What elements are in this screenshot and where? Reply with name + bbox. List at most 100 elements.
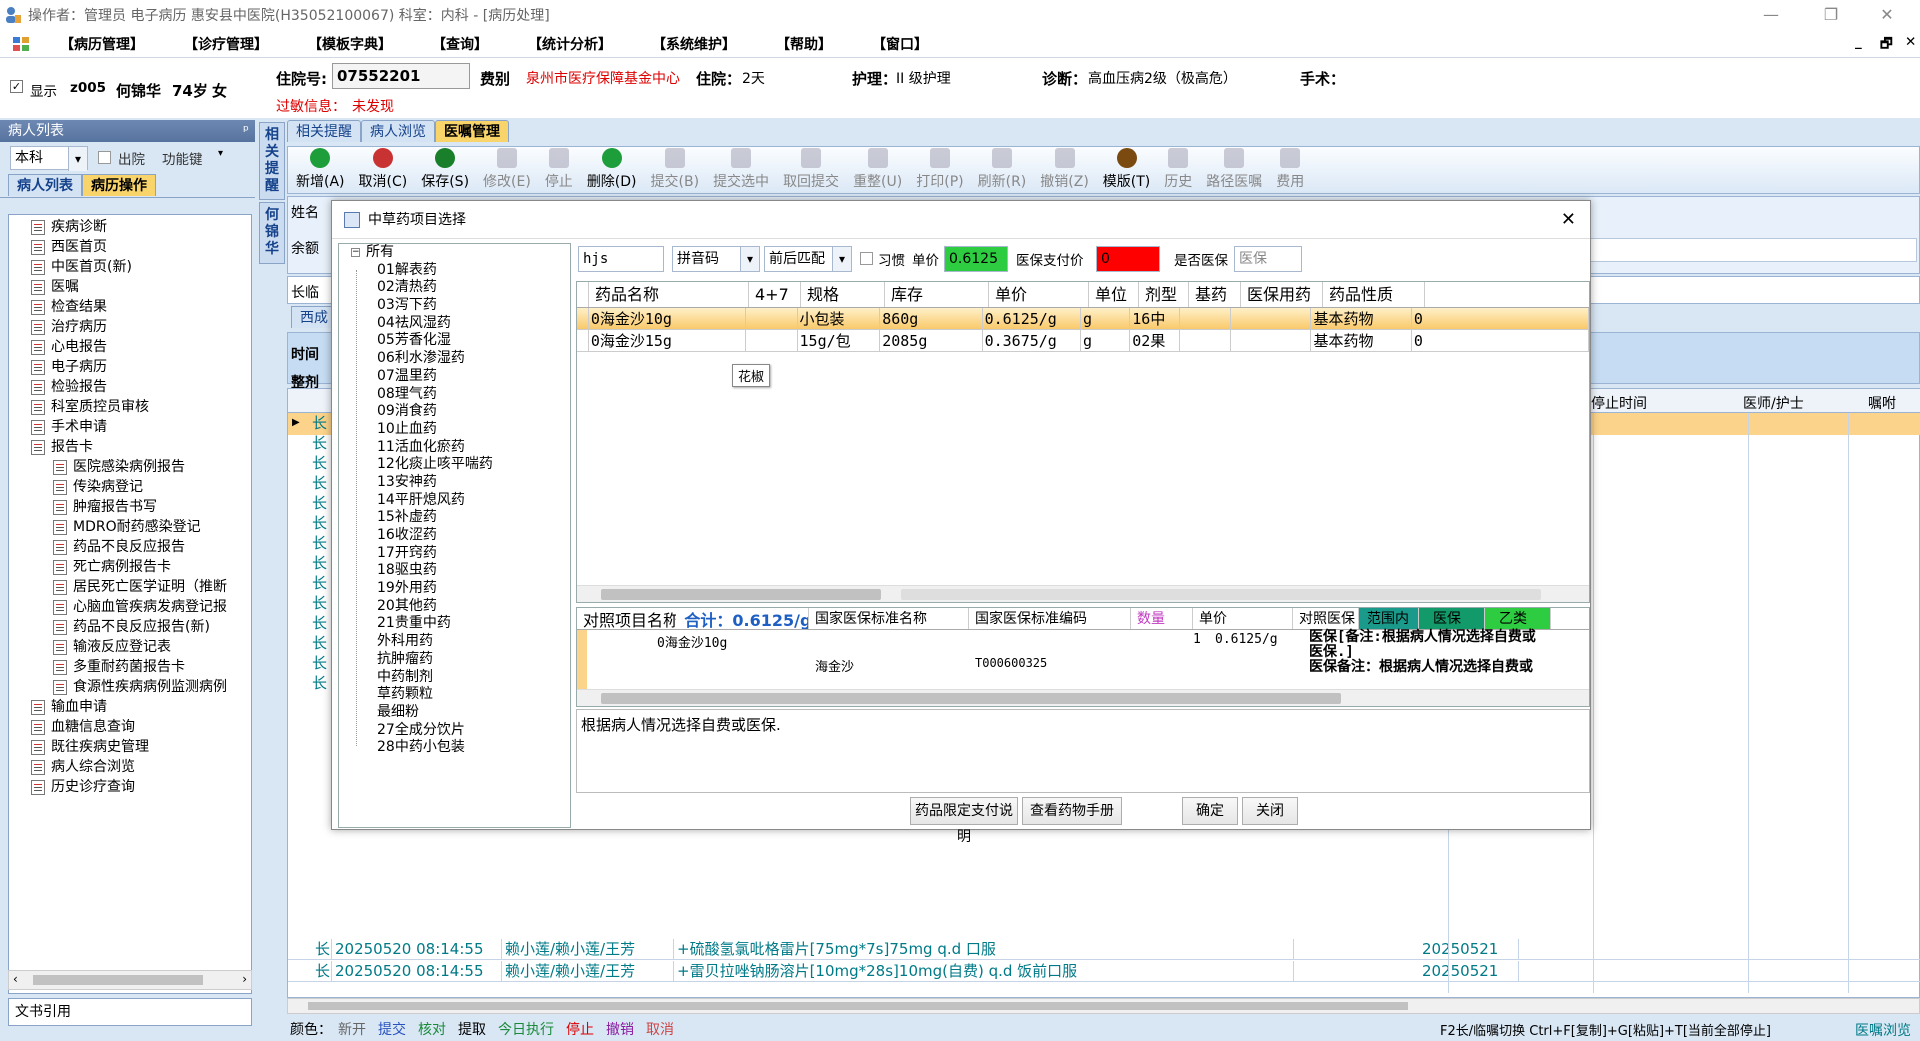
tree-item[interactable]: 心电报告 (9, 337, 251, 357)
tree-item[interactable]: 电子病历 (9, 357, 251, 377)
tree-item[interactable]: 输液反应登记表 (9, 637, 251, 657)
mdi-close-icon[interactable]: ✕ (1905, 34, 1916, 50)
category-item[interactable]: 13安神药 (377, 474, 570, 492)
toolbar-button-undo[interactable]: 取消(C) (359, 148, 407, 193)
code-type-select[interactable]: 拼音码 (672, 246, 760, 272)
tree-item[interactable]: 医嘱 (9, 277, 251, 297)
tree-item[interactable]: 传染病登记 (9, 477, 251, 497)
toolbar-button-add[interactable]: 新增(A) (296, 148, 345, 193)
discharge-checkbox[interactable] (98, 151, 111, 164)
tree-item[interactable]: 输血申请 (9, 697, 251, 717)
form-right-field[interactable] (1547, 238, 1917, 262)
medicine-col-header[interactable]: 医保用药 (1241, 282, 1323, 307)
is-insurance-field[interactable]: 医保 (1234, 246, 1302, 272)
tab-patient-list[interactable]: 病人列表 (8, 174, 82, 196)
medicine-col-header[interactable]: 药品性质 (1323, 282, 1425, 307)
category-item[interactable]: 01解表药 (377, 262, 570, 280)
category-item[interactable]: 06利水渗湿药 (377, 350, 570, 368)
category-item[interactable]: 14平肝熄风药 (377, 492, 570, 510)
category-item[interactable]: 28中药小包装 (377, 739, 570, 757)
category-item[interactable]: 最细粉 (377, 704, 570, 722)
category-item[interactable]: 15补虚药 (377, 509, 570, 527)
order-grid-hscroll[interactable] (287, 998, 1920, 1014)
toolbar-button-template[interactable]: 模版(T) (1103, 148, 1150, 193)
minimize-icon[interactable]: — (1760, 4, 1782, 26)
category-item[interactable]: 17开窍药 (377, 545, 570, 563)
toolbar-button-history[interactable]: 历史 (1164, 148, 1192, 193)
admission-number-field[interactable]: 07552201 (332, 63, 470, 89)
tree-root[interactable]: − 所有 (339, 244, 570, 262)
order-browse-link[interactable]: 医嘱浏览 (1855, 1020, 1911, 1040)
category-item[interactable]: 16收涩药 (377, 527, 570, 545)
toolbar-button-reorganize[interactable]: 重整(U) (853, 148, 902, 193)
tree-item[interactable]: 中医首页(新) (9, 257, 251, 277)
confirm-button[interactable]: 确定 (1182, 797, 1238, 825)
toolbar-button-cost[interactable]: 费用 (1276, 148, 1304, 193)
medicine-row[interactable]: 0海金沙15g 15g/包 2085g 0.3675/g g 02果 基本药物 0 (577, 330, 1589, 352)
category-item[interactable]: 05芳香化湿 (377, 332, 570, 350)
toolbar-button-edit[interactable]: 修改(E) (483, 148, 531, 193)
medicine-col-header[interactable]: 库存 (885, 282, 989, 307)
category-item[interactable]: 04祛风湿药 (377, 315, 570, 333)
tree-item[interactable]: 历史诊疗查询 (9, 777, 251, 797)
dialog-close-icon[interactable]: ✕ (1561, 201, 1576, 239)
medicine-col-header[interactable]: 4+7 (749, 282, 801, 307)
category-item[interactable]: 03泻下药 (377, 297, 570, 315)
tab-order-management[interactable]: 医嘱管理 (435, 120, 509, 142)
toolbar-button-pathway[interactable]: 路径医嘱 (1206, 148, 1262, 193)
tree-item[interactable]: 医院感染病例报告 (9, 457, 251, 477)
tree-item[interactable]: 心脑血管疾病发病登记报 (9, 597, 251, 617)
toolbar-button-print[interactable]: 打印(P) (916, 148, 964, 193)
category-item[interactable]: 外科用药 (377, 633, 570, 651)
category-item[interactable]: 09消食药 (377, 403, 570, 421)
tree-item[interactable]: 科室质控员审核 (9, 397, 251, 417)
drug-manual-button[interactable]: 查看药物手册 (1022, 797, 1122, 825)
match-mode-select[interactable]: 前后匹配 (764, 246, 852, 272)
medicine-col-header[interactable]: 单价 (989, 282, 1089, 307)
tree-item[interactable]: MDRO耐药感染登记 (9, 517, 251, 537)
close-button[interactable]: 关闭 (1242, 797, 1298, 825)
medicine-col-header[interactable]: 药品名称 (589, 282, 749, 307)
tree-item[interactable]: 药品不良反应报告 (9, 537, 251, 557)
toolbar-button-save[interactable]: 保存(S) (421, 148, 469, 193)
close-window-icon[interactable]: ✕ (1876, 4, 1898, 26)
category-item[interactable]: 02清热药 (377, 279, 570, 297)
category-item[interactable]: 21贵重中药 (377, 615, 570, 633)
category-item[interactable]: 07温里药 (377, 368, 570, 386)
category-item[interactable]: 抗肿瘤药 (377, 651, 570, 669)
vtab-reminder[interactable]: 相关提醒 (259, 122, 285, 200)
collapse-icon[interactable]: − (351, 248, 360, 258)
medicine-col-header[interactable]: 基药 (1189, 282, 1241, 307)
category-item[interactable]: 27全成分饮片 (377, 722, 570, 740)
mapping-row[interactable]: 0海金沙10g 海金沙 T000600325 1 0.6125/g 医保[备注:… (577, 630, 1589, 690)
order-row[interactable]: 长 20250520 08:14:55 赖小莲/赖小莲/王芳 +硫酸氢氯吡格雷片[75… (288, 939, 1920, 960)
tree-item[interactable]: 西医首页 (9, 237, 251, 257)
toolbar-button-refresh[interactable]: 刷新(R) (978, 148, 1026, 193)
tree-item[interactable]: 检查结果 (9, 297, 251, 317)
toolbar-button-submit[interactable]: 提交(B) (651, 148, 699, 193)
menu-record[interactable]: 【病历管理】 (40, 34, 164, 54)
vtab-patient[interactable]: 何锦华 (259, 202, 285, 264)
category-item[interactable]: 19外用药 (377, 580, 570, 598)
tree-item[interactable]: 血糖信息查询 (9, 717, 251, 737)
category-item[interactable]: 08理气药 (377, 386, 570, 404)
menu-template[interactable]: 【模板字典】 (288, 34, 412, 54)
pin-icon[interactable]: ᵖ (243, 120, 249, 142)
limit-pay-button[interactable]: 药品限定支付说明 (910, 797, 1018, 845)
tree-item[interactable]: 肿瘤报告书写 (9, 497, 251, 517)
toolbar-button-stop[interactable]: 停止 (545, 148, 573, 193)
tab-reminder[interactable]: 相关提醒 (287, 120, 361, 142)
menu-diagnosis[interactable]: 【诊疗管理】 (164, 34, 288, 54)
restore-icon[interactable]: ❐ (1820, 4, 1842, 26)
tree-item[interactable]: 检验报告 (9, 377, 251, 397)
tree-item[interactable]: 报告卡 (9, 437, 251, 457)
category-item[interactable]: 12化痰止咳平喘药 (377, 456, 570, 474)
category-item[interactable]: 11活血化瘀药 (377, 439, 570, 457)
tree-item[interactable]: 疾病诊断 (9, 217, 251, 237)
toolbar-button-delete[interactable]: 删除(D) (587, 148, 637, 193)
category-item[interactable]: 18驱虫药 (377, 562, 570, 580)
chevron-down-icon[interactable]: ▾ (218, 148, 223, 159)
category-item[interactable]: 10止血药 (377, 421, 570, 439)
medicine-row[interactable]: 0海金沙10g 小包装 860g 0.6125/g g 16中 基本药物 0 (577, 308, 1589, 330)
menu-statistics[interactable]: 【统计分析】 (508, 34, 632, 54)
